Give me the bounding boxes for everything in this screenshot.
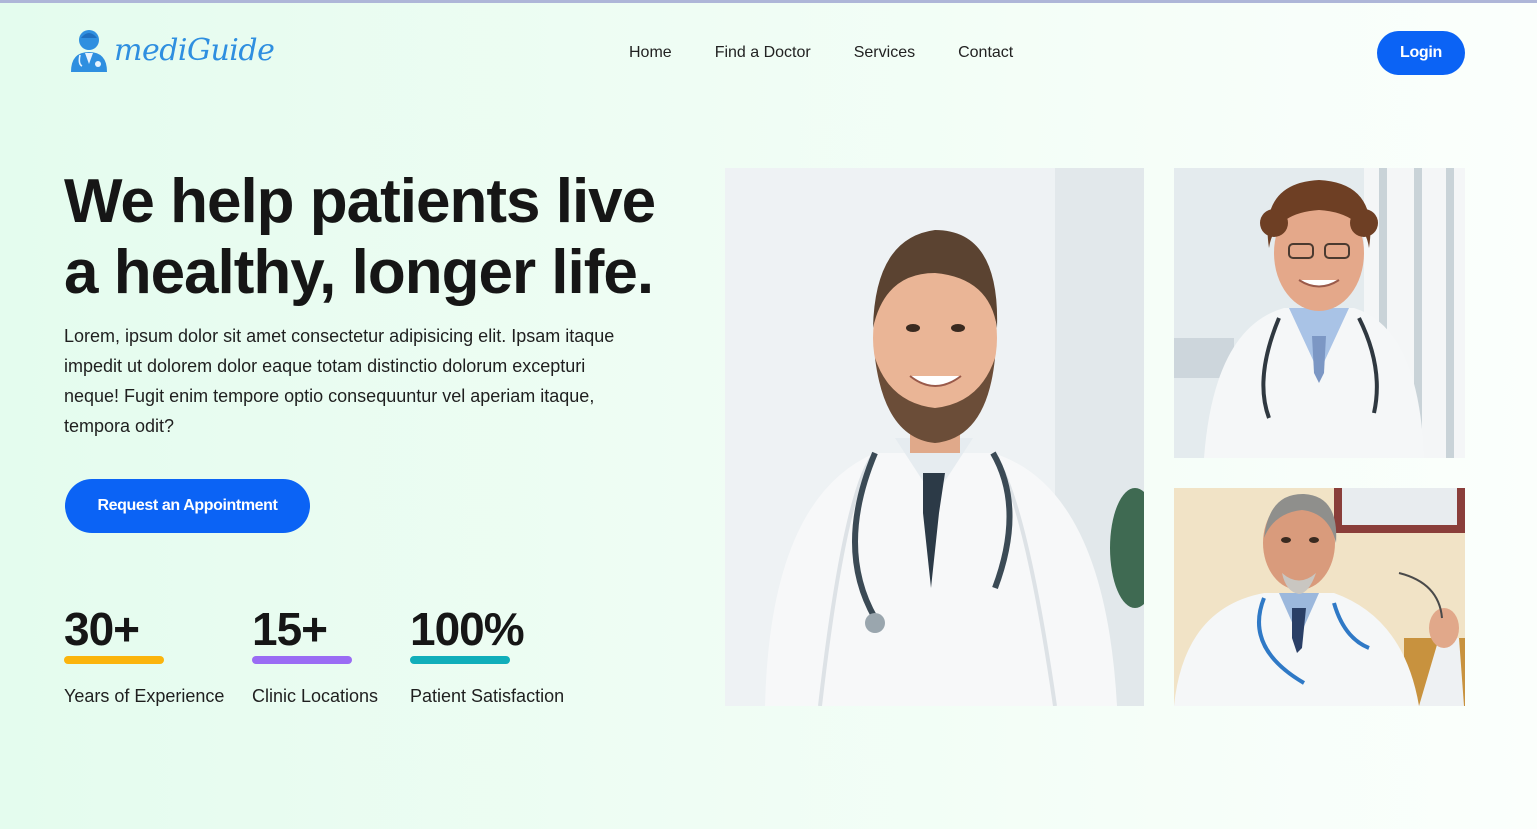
hero-title: We help patients live a healthy, longer … <box>64 166 664 308</box>
brand-logo[interactable]: mediGuide <box>68 26 275 74</box>
brand-name: mediGuide <box>114 32 275 68</box>
hero-title-line1: We help patients live <box>64 167 656 236</box>
hero-title-line2: a healthy, longer life. <box>64 238 654 307</box>
stat-label: Years of Experience <box>64 686 225 706</box>
stat-locations: 15+ Clinic Locations <box>252 603 378 707</box>
request-appointment-button[interactable]: Request an Appointment <box>65 479 310 533</box>
doctor-photo-senior <box>1174 488 1465 706</box>
doctor-photo-main <box>725 168 1144 706</box>
stat-value: 15+ <box>252 603 328 655</box>
stat-value: 30+ <box>64 603 140 655</box>
nav-services[interactable]: Services <box>854 43 915 63</box>
doctor-photo-curly-hair <box>1174 168 1465 458</box>
stat-satisfaction: 100% Patient Satisfaction <box>410 603 564 707</box>
nav-contact[interactable]: Contact <box>958 43 1013 63</box>
stat-experience: 30+ Years of Experience <box>64 603 224 707</box>
stat-underline <box>410 656 510 664</box>
hero-subtitle: Lorem, ipsum dolor sit amet consectetur … <box>64 326 615 436</box>
main-nav: Home Find a Doctor Services Contact <box>629 43 1056 63</box>
stat-underline <box>64 656 164 664</box>
window-top-border <box>0 0 1537 3</box>
doctor-icon <box>71 30 107 72</box>
nav-find-a-doctor[interactable]: Find a Doctor <box>715 43 811 63</box>
stat-label: Patient Satisfaction <box>410 686 565 706</box>
login-button[interactable]: Login <box>1377 31 1465 75</box>
nav-home[interactable]: Home <box>629 43 672 63</box>
stat-underline <box>252 656 352 664</box>
stat-label: Clinic Locations <box>252 686 379 706</box>
stat-value: 100% <box>410 603 525 655</box>
